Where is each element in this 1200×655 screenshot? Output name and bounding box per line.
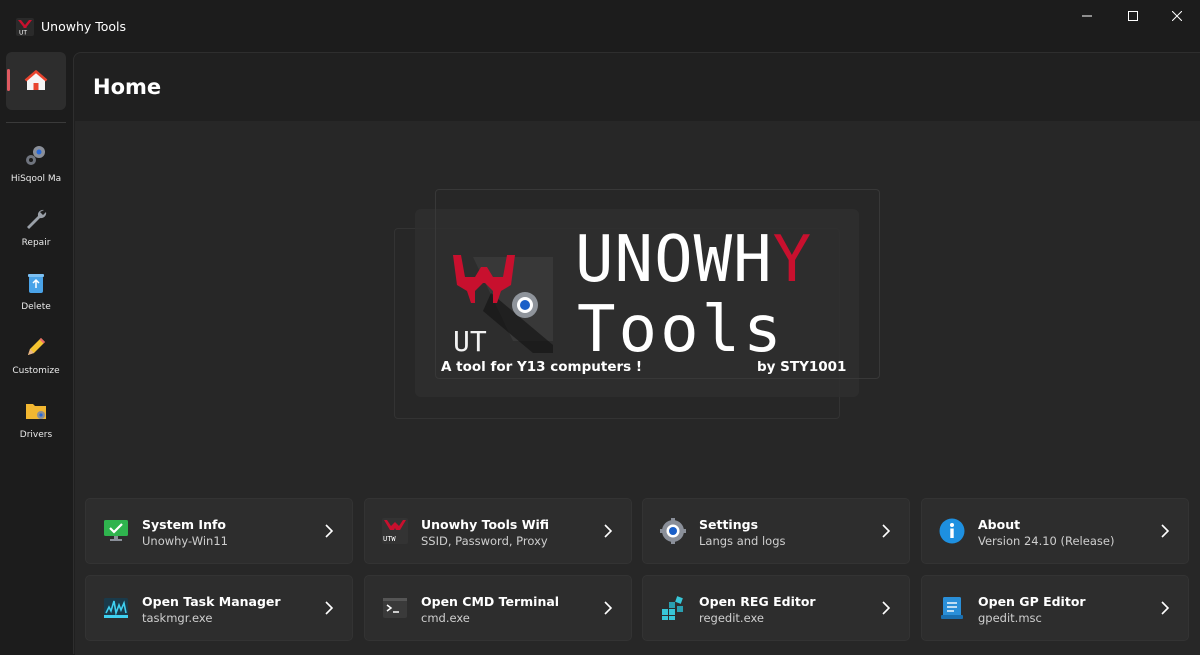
card-title: Open REG Editor (699, 594, 816, 609)
chevron-right-icon (604, 524, 613, 538)
svg-text:UT: UT (19, 30, 27, 37)
main-panel: Home UT UNOWHY Tools A tool for Y13 comp… (73, 52, 1200, 655)
close-button[interactable] (1154, 0, 1200, 32)
unowhy-tools-logo: UT (453, 255, 553, 357)
hero-title-line2: Tools (577, 293, 785, 365)
logo-text: UT (453, 325, 487, 357)
hero-author: by STY1001 (757, 359, 847, 375)
hero-title: UNOWHY Tools (575, 225, 812, 365)
card-subtitle: gpedit.msc (978, 611, 1042, 625)
title-bar: UT Unowhy Tools (0, 0, 1200, 52)
recycle-bin-icon (28, 274, 44, 293)
folder-gear-icon (26, 404, 46, 419)
sidebar-item-drivers[interactable]: Drivers (0, 396, 72, 452)
cmd-terminal-card[interactable]: Open CMD Terminal cmd.exe (364, 575, 632, 641)
close-icon (1172, 11, 1182, 21)
card-title: Open Task Manager (142, 594, 281, 609)
task-manager-icon (104, 598, 128, 618)
hero-tagline: A tool for Y13 computers ! (441, 359, 643, 375)
gp-editor-card[interactable]: Open GP Editor gpedit.msc (921, 575, 1189, 641)
sidebar-item-label: Customize (12, 366, 60, 376)
gear-icon (660, 518, 686, 544)
wrench-icon (27, 209, 47, 229)
settings-card[interactable]: Settings Langs and logs (642, 498, 910, 564)
hero-title-accent: Y (773, 225, 813, 297)
page-title: Home (93, 75, 162, 99)
gears-icon (26, 146, 45, 165)
system-info-card[interactable]: System Info Unowhy-Win11 (85, 498, 353, 564)
utw-logo-text: UTW (383, 535, 396, 543)
chevron-right-icon (882, 524, 891, 538)
card-title: Settings (699, 517, 759, 532)
home-content: UT UNOWHY Tools A tool for Y13 computers… (75, 121, 1200, 655)
sidebar-item-home[interactable] (6, 52, 66, 110)
reg-editor-card[interactable]: Open REG Editor regedit.exe (642, 575, 910, 641)
app-logo-icon: UT (16, 18, 34, 36)
regedit-icon (662, 596, 683, 620)
pencil-icon (28, 338, 45, 355)
sidebar-item-repair[interactable]: Repair (0, 204, 72, 260)
chevron-right-icon (325, 601, 334, 615)
chevron-right-icon (325, 524, 334, 538)
maximize-button[interactable] (1110, 0, 1156, 32)
card-title: Open GP Editor (978, 594, 1086, 609)
sidebar: HiSqool Ma Repair Delete Customize Drive… (0, 52, 72, 654)
card-title: About (978, 517, 1021, 532)
card-subtitle: Version 24.10 (Release) (978, 534, 1115, 548)
window-title: Unowhy Tools (41, 19, 127, 34)
sidebar-item-label: Delete (21, 302, 51, 312)
maximize-icon (1128, 11, 1138, 21)
sidebar-separator (6, 122, 66, 123)
chevron-right-icon (604, 601, 613, 615)
card-subtitle: taskmgr.exe (142, 611, 213, 625)
unowhy-tools-wifi-card[interactable]: UTW Unowhy Tools Wifi SSID, Password, Pr… (364, 498, 632, 564)
minimize-icon (1082, 15, 1092, 17)
selected-indicator (7, 69, 10, 91)
terminal-icon (383, 598, 407, 618)
card-title: System Info (142, 517, 226, 532)
sidebar-item-delete[interactable]: Delete (0, 268, 72, 324)
sidebar-item-label: Repair (21, 238, 51, 248)
utw-logo-icon: UTW (382, 518, 408, 544)
info-icon (939, 518, 965, 544)
chevron-right-icon (1161, 524, 1170, 538)
card-subtitle: regedit.exe (699, 611, 764, 625)
hero-title-main: UNOWH (575, 225, 773, 297)
chevron-right-icon (1161, 601, 1170, 615)
home-icon (24, 70, 48, 90)
monitor-check-icon (104, 520, 128, 541)
card-title: Unowhy Tools Wifi (421, 517, 550, 532)
sidebar-item-label: Drivers (19, 430, 53, 440)
sidebar-item-label: HiSqool Ma (10, 174, 62, 184)
card-title: Open CMD Terminal (421, 594, 560, 609)
chevron-right-icon (882, 601, 891, 615)
card-subtitle: Unowhy-Win11 (142, 534, 228, 548)
svg-text:UNOWHY: UNOWHY (575, 225, 812, 297)
card-subtitle: SSID, Password, Proxy (421, 534, 548, 548)
sidebar-item-customize[interactable]: Customize (0, 332, 72, 388)
card-subtitle: Langs and logs (699, 534, 786, 548)
card-subtitle: cmd.exe (421, 611, 470, 625)
sidebar-item-hisqool-manager[interactable]: HiSqool Ma (0, 140, 72, 196)
gpedit-icon (941, 597, 963, 619)
minimize-button[interactable] (1064, 0, 1110, 32)
about-card[interactable]: About Version 24.10 (Release) (921, 498, 1189, 564)
task-manager-card[interactable]: Open Task Manager taskmgr.exe (85, 575, 353, 641)
